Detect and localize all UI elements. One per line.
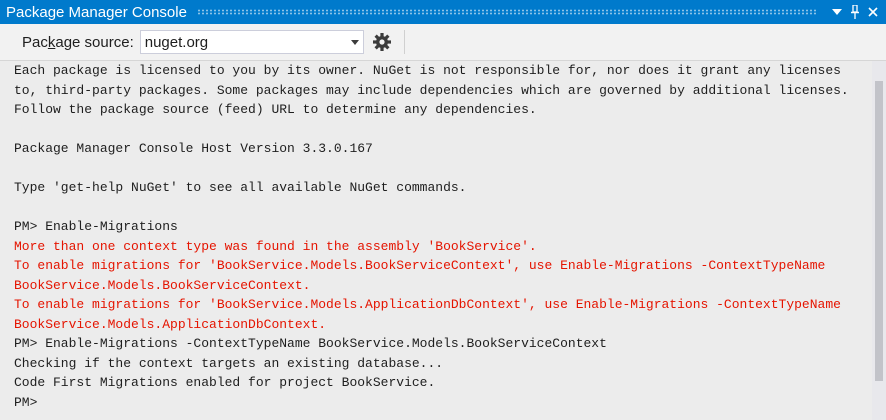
console-output[interactable]: Each package is licensed to you by its o… bbox=[0, 61, 872, 420]
scrollbar-thumb[interactable] bbox=[875, 81, 883, 381]
package-source-label: Package source: bbox=[22, 33, 134, 51]
chevron-down-icon[interactable] bbox=[347, 31, 363, 53]
console-line: PM> Enable-Migrations -ContextTypeName B… bbox=[14, 336, 607, 351]
package-manager-console-window: Package Manager Console Package source: … bbox=[0, 0, 886, 420]
console-line: Follow the package source (feed) URL to … bbox=[14, 102, 537, 117]
console-line: Each package is licensed to you by its o… bbox=[14, 63, 841, 78]
pin-icon[interactable] bbox=[846, 2, 864, 22]
console-line: Code First Migrations enabled for projec… bbox=[14, 375, 436, 390]
console-error-line: To enable migrations for 'BookService.Mo… bbox=[14, 297, 841, 312]
console-line: PM> Enable-Migrations bbox=[14, 219, 178, 234]
title-bar: Package Manager Console bbox=[0, 0, 886, 24]
console-error-line: BookService.Models.ApplicationDbContext. bbox=[14, 316, 327, 332]
console-line: Package Manager Console Host Version 3.3… bbox=[14, 141, 373, 156]
dropdown-icon[interactable] bbox=[828, 2, 846, 22]
console-error-line: BookService.Models.BookServiceContext. bbox=[14, 277, 311, 293]
package-source-select[interactable]: nuget.org bbox=[139, 30, 364, 54]
console-line: Checking if the context targets an exist… bbox=[14, 355, 444, 371]
close-icon[interactable] bbox=[864, 2, 882, 22]
package-source-value: nuget.org bbox=[144, 33, 209, 51]
console-error-line: More than one context type was found in … bbox=[14, 238, 537, 254]
vertical-scrollbar[interactable] bbox=[872, 61, 886, 420]
console-line: to, third-party packages. Some packages … bbox=[14, 82, 849, 98]
toolbar-separator bbox=[403, 30, 405, 54]
toolbar: Package source: nuget.org bbox=[0, 24, 886, 61]
console-line: PM> bbox=[14, 394, 38, 410]
gear-icon[interactable] bbox=[370, 30, 394, 54]
window-title: Package Manager Console bbox=[6, 3, 187, 21]
title-grip[interactable] bbox=[196, 9, 818, 15]
console-error-line: To enable migrations for 'BookService.Mo… bbox=[14, 258, 826, 273]
console-line: Type 'get-help NuGet' to see all availab… bbox=[14, 180, 467, 195]
